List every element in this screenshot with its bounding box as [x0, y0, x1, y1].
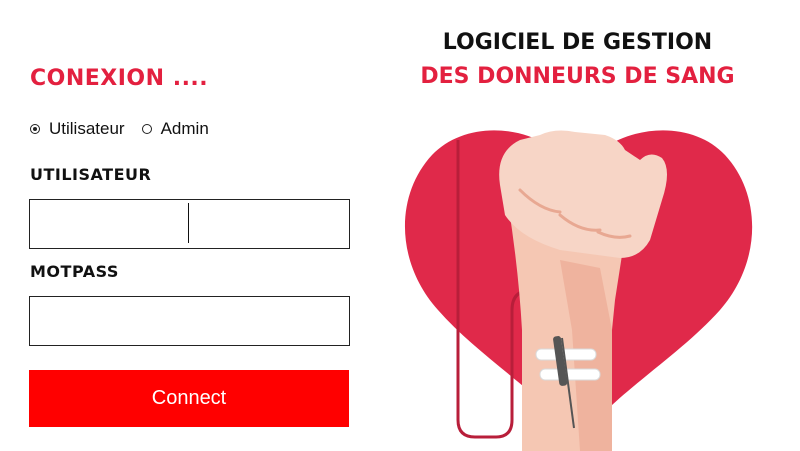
text-caret	[188, 203, 189, 243]
password-input[interactable]	[29, 296, 350, 346]
app-title-line2: DES DONNEURS DE SANG	[420, 64, 735, 89]
role-label-admin: Admin	[160, 119, 209, 138]
connect-button[interactable]: Connect	[29, 370, 349, 427]
radio-utilisateur[interactable]	[30, 124, 40, 134]
role-selector: Utilisateur Admin	[30, 119, 209, 139]
tape-strip-icon	[539, 368, 601, 381]
username-label: UTILISATEUR	[30, 165, 152, 184]
role-option-admin[interactable]: Admin	[141, 119, 209, 139]
radio-admin[interactable]	[141, 124, 152, 134]
role-label-utilisateur: Utilisateur	[49, 119, 125, 138]
role-option-utilisateur[interactable]: Utilisateur	[30, 119, 125, 139]
blood-donation-illustration	[404, 130, 753, 451]
username-input[interactable]	[29, 199, 350, 249]
app-title-line1: LOGICIEL DE GESTION	[442, 30, 713, 55]
login-title: CONEXION ....	[30, 66, 209, 91]
tape-strip-icon	[535, 348, 597, 361]
password-label: MOTPASS	[30, 262, 119, 281]
